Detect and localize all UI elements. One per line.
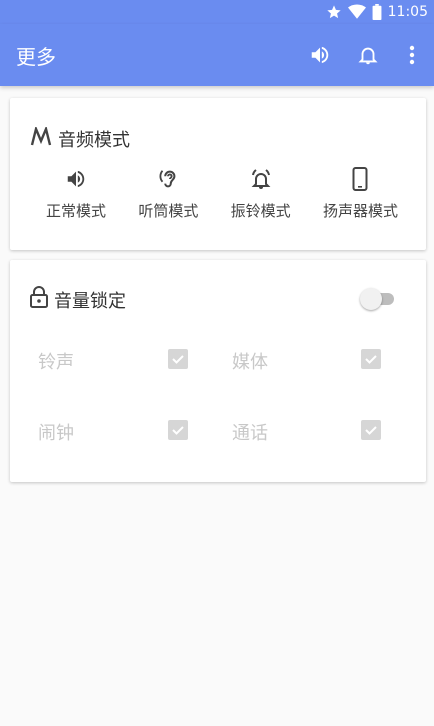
- wifi-icon: [347, 4, 366, 20]
- lock-item-label: 铃声: [38, 352, 74, 373]
- volume-lock-header: 音量锁定: [30, 286, 126, 313]
- audio-mode-list: 正常模式 听筒模式 振铃模式 扬声器模式: [46, 166, 398, 221]
- alarm-checkbox[interactable]: [168, 420, 188, 440]
- audio-mode-card: 音频模式 正常模式 听筒模式 振铃模式 扬声器模式: [10, 98, 426, 250]
- mode-m-icon: [30, 124, 52, 152]
- ear-icon: [157, 166, 179, 192]
- lock-item-label: 通话: [232, 423, 268, 444]
- mode-speaker[interactable]: 扬声器模式: [323, 166, 398, 221]
- status-bar: 11:05: [0, 0, 434, 24]
- mode-normal[interactable]: 正常模式: [46, 166, 106, 221]
- phone-icon: [352, 166, 368, 192]
- volume-icon[interactable]: [296, 31, 344, 79]
- volume-lock-toggle[interactable]: [360, 288, 396, 310]
- status-time: 11:05: [387, 4, 428, 20]
- call-checkbox[interactable]: [361, 420, 381, 440]
- page-title: 更多: [16, 44, 56, 69]
- mode-label: 扬声器模式: [322, 202, 398, 220]
- audio-mode-header: 音频模式: [30, 124, 130, 152]
- mode-ring[interactable]: 振铃模式: [231, 166, 291, 221]
- ringtone-checkbox[interactable]: [168, 349, 188, 369]
- lock-item-label: 媒体: [232, 352, 268, 373]
- bell-icon[interactable]: [344, 31, 392, 79]
- lock-item-label: 闹钟: [38, 423, 74, 444]
- audio-mode-title: 音频模式: [58, 130, 130, 151]
- star-icon: [326, 4, 342, 20]
- battery-icon: [372, 4, 382, 20]
- lock-item-call: 通话: [232, 419, 268, 445]
- lock-item-ringtone: 铃声: [38, 348, 74, 374]
- toggle-thumb: [360, 288, 382, 310]
- lock-item-media: 媒体: [232, 348, 268, 374]
- more-vert-icon[interactable]: [392, 31, 432, 79]
- volume-lock-card: 音量锁定 铃声 媒体 闹钟 通话: [10, 260, 426, 482]
- mode-label: 正常模式: [46, 202, 107, 220]
- speaker-icon: [65, 166, 87, 192]
- mode-earpiece[interactable]: 听筒模式: [138, 166, 198, 221]
- media-checkbox[interactable]: [361, 349, 381, 369]
- volume-lock-title: 音量锁定: [54, 290, 126, 312]
- mode-label: 振铃模式: [230, 202, 291, 220]
- mode-label: 听筒模式: [138, 202, 199, 220]
- app-bar: 更多: [0, 24, 434, 86]
- lock-icon: [30, 286, 48, 313]
- ringing-bell-icon: [249, 166, 273, 192]
- lock-item-alarm: 闹钟: [38, 419, 74, 445]
